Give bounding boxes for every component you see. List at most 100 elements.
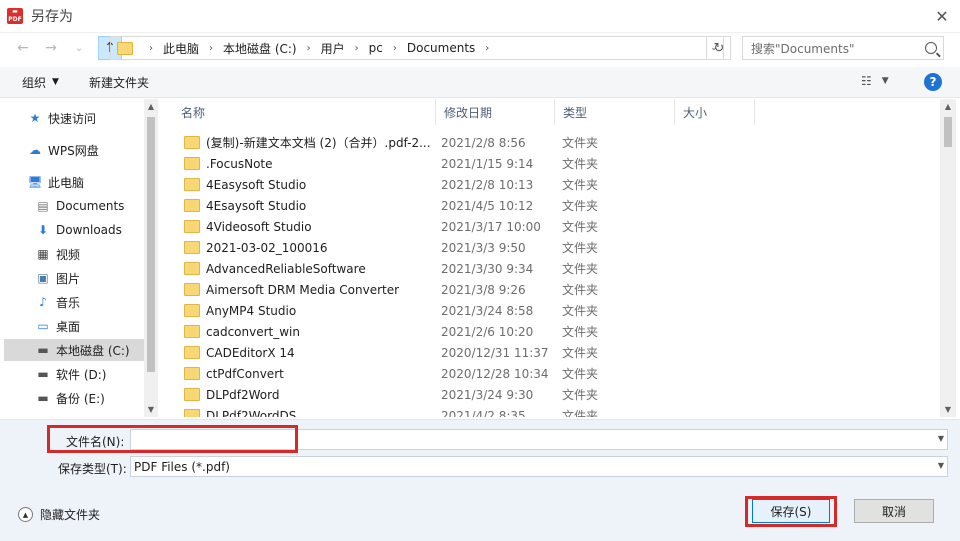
file-name-cell: CADEditorX 14 <box>184 346 434 360</box>
sidebar-scrollbar[interactable]: ▲ ▼ <box>144 99 158 417</box>
refresh-icon[interactable]: ↻ <box>708 36 731 60</box>
date-modified-cell: 2021/3/24 9:30 <box>441 387 534 402</box>
date-modified-cell: 2021/3/3 9:50 <box>441 240 526 255</box>
folder-icon <box>184 136 200 149</box>
folder-icon <box>184 367 200 380</box>
file-name-cell: (复制)-新建文本文档 (2)（合并）.pdf-2... <box>184 134 434 151</box>
folder-icon <box>184 325 200 338</box>
file-name-cell: .FocusNote <box>184 157 434 171</box>
file-name-cell: ctPdfConvert <box>184 367 434 381</box>
column-header-name[interactable]: 名称 <box>173 99 436 125</box>
table-row[interactable]: 4Esaysoft Studio 2021/4/5 10:12 文件夹 <box>159 195 939 216</box>
breadcrumb-this-pc[interactable]: 此电脑 › <box>163 40 223 57</box>
column-header-modified[interactable]: 修改日期 <box>436 99 555 125</box>
folder-icon <box>117 41 133 55</box>
type-cell: 文件夹 <box>562 157 599 171</box>
scrollbar-thumb[interactable] <box>944 117 952 147</box>
type-cell: 文件夹 <box>562 178 599 192</box>
date-modified-cell: 2021/3/30 9:34 <box>441 261 534 276</box>
scroll-up-icon[interactable]: ▲ <box>940 102 956 111</box>
breadcrumb-pc[interactable]: pc › <box>369 41 407 55</box>
video-icon: ▦ <box>37 247 49 261</box>
table-row[interactable]: 4Easysoft Studio 2021/2/8 10:13 文件夹 <box>159 174 939 195</box>
address-row: ← → ⌄ ↑ › 此电脑 › 本地磁盘 (C:) › 用户 › pc › Docume… <box>0 32 960 64</box>
folder-icon <box>184 199 200 212</box>
filetype-label: 保存类型(T): <box>58 462 127 476</box>
column-header-type[interactable]: 类型 <box>555 99 675 125</box>
back-button[interactable]: ← <box>12 37 34 59</box>
scroll-down-icon[interactable]: ▼ <box>144 405 158 414</box>
file-list-scrollbar[interactable]: ▲ ▼ <box>940 99 956 417</box>
type-cell: 文件夹 <box>562 220 599 234</box>
navigation-pane: ★ 快速访问 ☁ WPS网盘 🖥 此电脑 ▤ Documents ⬇ Downloads … <box>0 99 158 417</box>
drive-icon: ▬ <box>37 343 49 357</box>
date-modified-cell: 2021/3/17 10:00 <box>441 219 541 234</box>
date-modified-cell: 2021/4/5 10:12 <box>441 198 534 213</box>
filetype-select[interactable]: PDF Files (*.pdf) ▼ <box>130 456 948 477</box>
table-row[interactable]: .FocusNote 2021/1/15 9:14 文件夹 <box>159 153 939 174</box>
window-title: 另存为 <box>31 9 73 25</box>
type-cell: 文件夹 <box>562 367 599 381</box>
folder-icon <box>184 262 200 275</box>
new-folder-button[interactable]: 新建文件夹 <box>89 74 149 91</box>
type-cell: 文件夹 <box>562 283 599 297</box>
sidebar-item-c-drive[interactable]: ▬ 本地磁盘 (C:) <box>4 339 144 361</box>
column-header-size[interactable]: 大小 <box>675 99 755 125</box>
chevron-down-icon[interactable]: ▼ <box>938 434 944 443</box>
file-name-cell: 4Videosoft Studio <box>184 220 434 234</box>
file-name-cell: cadconvert_win <box>184 325 434 339</box>
table-row[interactable]: DLPdf2WordDS 2021/4/2 8:35 文件夹 <box>159 405 939 417</box>
type-cell: 文件夹 <box>562 241 599 255</box>
table-row[interactable]: DLPdf2Word 2021/3/24 9:30 文件夹 <box>159 384 939 405</box>
cancel-button[interactable]: 取消 <box>854 499 934 523</box>
breadcrumb-documents[interactable]: Documents › <box>407 41 499 55</box>
type-cell: 文件夹 <box>562 136 599 150</box>
table-row[interactable]: (复制)-新建文本文档 (2)（合并）.pdf-2... 2021/2/8 8:5… <box>159 132 939 153</box>
type-cell: 文件夹 <box>562 388 599 402</box>
breadcrumb-users[interactable]: 用户 › <box>321 40 369 57</box>
table-row[interactable]: CADEditorX 14 2020/12/31 11:37 文件夹 <box>159 342 939 363</box>
hide-folders-toggle[interactable]: ▲ 隐藏文件夹 <box>18 506 100 523</box>
organize-menu[interactable]: 组织 ▼ <box>22 74 59 91</box>
folder-icon <box>184 220 200 233</box>
scroll-down-icon[interactable]: ▼ <box>940 405 956 414</box>
breadcrumb-c-drive[interactable]: 本地磁盘 (C:) › <box>223 40 321 57</box>
date-modified-cell: 2020/12/31 11:37 <box>441 345 549 360</box>
folder-icon <box>184 283 200 296</box>
highlight-box-filename <box>47 425 298 453</box>
recent-locations-button[interactable]: ⌄ <box>68 37 90 59</box>
date-modified-cell: 2021/2/8 10:13 <box>441 177 534 192</box>
date-modified-cell: 2021/3/8 9:26 <box>441 282 526 297</box>
table-row[interactable]: 2021-03-02_100016 2021/3/3 9:50 文件夹 <box>159 237 939 258</box>
desktop-icon: ▭ <box>37 319 49 333</box>
table-row[interactable]: AnyMP4 Studio 2021/3/24 8:58 文件夹 <box>159 300 939 321</box>
file-list: ⌃ 名称 修改日期 类型 大小 (复制)-新建文本文档 (2)（合并）.pdf-… <box>159 99 939 417</box>
close-icon[interactable]: ✕ <box>932 6 952 26</box>
date-modified-cell: 2020/12/28 10:34 <box>441 366 549 381</box>
document-icon: ▤ <box>37 199 49 213</box>
table-row[interactable]: AdvancedReliableSoftware 2021/3/30 9:34 文件… <box>159 258 939 279</box>
view-options-button[interactable]: ☷ ▼ <box>861 74 889 88</box>
toolbar: 组织 ▼ 新建文件夹 ☷ ▼ ? <box>0 67 960 98</box>
computer-icon: 🖥 <box>27 175 43 189</box>
chevron-up-icon: ▲ <box>18 507 33 522</box>
scrollbar-thumb[interactable] <box>147 117 155 372</box>
type-cell: 文件夹 <box>562 304 599 318</box>
type-cell: 文件夹 <box>562 346 599 360</box>
table-row[interactable]: 4Videosoft Studio 2021/3/17 10:00 文件夹 <box>159 216 939 237</box>
search-input[interactable]: 搜索"Documents" <box>742 36 944 60</box>
table-row[interactable]: cadconvert_win 2021/2/6 10:20 文件夹 <box>159 321 939 342</box>
drive-icon: ▬ <box>37 367 49 381</box>
scroll-up-icon[interactable]: ▲ <box>144 102 158 111</box>
forward-button[interactable]: → <box>40 37 62 59</box>
folder-icon <box>184 346 200 359</box>
file-name-cell: 2021-03-02_100016 <box>184 241 434 255</box>
table-row[interactable]: Aimersoft DRM Media Converter 2021/3/8 9:… <box>159 279 939 300</box>
chevron-down-icon[interactable]: ▼ <box>938 461 944 470</box>
download-icon: ⬇ <box>37 223 49 237</box>
folder-icon <box>184 304 200 317</box>
table-row[interactable]: ctPdfConvert 2020/12/28 10:34 文件夹 <box>159 363 939 384</box>
help-icon[interactable]: ? <box>924 73 942 91</box>
date-modified-cell: 2021/2/8 8:56 <box>441 135 526 150</box>
address-bar[interactable]: › 此电脑 › 本地磁盘 (C:) › 用户 › pc › Documents › <box>110 36 707 60</box>
